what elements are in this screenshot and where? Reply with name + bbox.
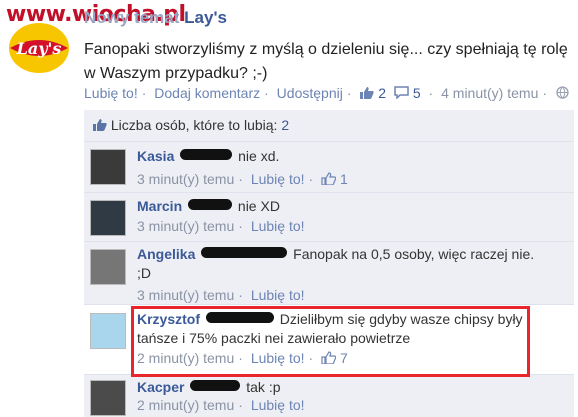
- comment-author[interactable]: Kasia: [137, 148, 174, 164]
- post-author[interactable]: Nowy temat Lay's: [84, 8, 227, 28]
- likes-summary-label: Liczba osób, które to lubią:: [110, 117, 278, 133]
- comment-text: Fanopak na 0,5 osoby, więc raczej nie.: [293, 246, 535, 262]
- redaction: [190, 380, 241, 391]
- post-author-name: Lay's: [184, 8, 227, 27]
- comment-like-link[interactable]: Lubię to!: [251, 218, 305, 234]
- redaction: [201, 247, 288, 258]
- avatar[interactable]: [90, 149, 126, 185]
- highlight-frame: [131, 306, 530, 377]
- comment-time[interactable]: 3 minut(y) temu: [137, 287, 234, 303]
- comment-like-link[interactable]: Lubię to!: [251, 287, 305, 303]
- avatar[interactable]: [90, 313, 126, 349]
- comment-text-cont: ;D: [137, 265, 151, 281]
- avatar[interactable]: [90, 200, 126, 236]
- comment-author[interactable]: Kacper: [137, 379, 184, 395]
- likes-summary: Liczba osób, które to lubią: 2: [84, 110, 574, 142]
- comment-item: Marcin nie XD 3 minut(y) temu · Lubię to!: [84, 193, 574, 242]
- comment-time[interactable]: 3 minut(y) temu: [137, 218, 234, 234]
- thumbs-up-icon: [321, 172, 337, 185]
- avatar[interactable]: [90, 380, 126, 416]
- post-time[interactable]: 4 minut(y) temu: [441, 85, 538, 101]
- comment-icon: [394, 86, 409, 99]
- comments-counter[interactable]: 5: [394, 85, 425, 101]
- comment-like-link[interactable]: Lubię to!: [251, 397, 305, 413]
- comment-likes-count[interactable]: 1: [340, 171, 348, 187]
- post-text: Fanopaki stworzyliśmy z myślą o dzieleni…: [84, 41, 568, 82]
- comment-meta: 3 minut(y) temu · Lubię to!: [137, 218, 305, 234]
- share-link[interactable]: Udostępnij: [277, 85, 343, 101]
- comment-meta: 3 minut(y) temu · Lubię to! · 1: [137, 171, 348, 187]
- avatar[interactable]: [90, 249, 126, 285]
- post-actions: Lubię to! · Dodaj komentarz · Udostępnij · …: [84, 85, 570, 101]
- comment-time[interactable]: 3 minut(y) temu: [137, 171, 234, 187]
- comment-meta: 3 minut(y) temu · Lubię to!: [137, 287, 305, 303]
- comment-text: tak :p: [246, 379, 281, 395]
- likes-counter[interactable]: 2: [359, 85, 390, 101]
- comment-body: Kasia nie xd.: [137, 147, 567, 166]
- comment-time[interactable]: 2 minut(y) temu: [137, 397, 234, 413]
- likes-count: 2: [378, 85, 387, 101]
- thumbs-up-icon: [93, 119, 107, 131]
- comment-body: Angelika Fanopak na 0,5 osoby, więc racz…: [137, 245, 567, 283]
- post-author-prefix: Nowy temat: [84, 8, 180, 27]
- globe-icon: [556, 86, 569, 99]
- comment-author[interactable]: Marcin: [137, 198, 182, 214]
- comment-body: Marcin nie XD: [137, 197, 567, 216]
- like-link[interactable]: Lubię to!: [84, 85, 138, 101]
- comments-count: 5: [412, 85, 421, 101]
- comment-item: Kasia nie xd. 3 minut(y) temu · Lubię to!…: [84, 143, 574, 193]
- likes-summary-count[interactable]: 2: [281, 117, 289, 133]
- comment-body: Kacper tak :p: [137, 378, 567, 397]
- comment-like-link[interactable]: Lubię to!: [251, 171, 305, 187]
- comment-text: nie xd.: [238, 148, 280, 164]
- redaction: [180, 149, 233, 160]
- svg-text:Lay's: Lay's: [16, 39, 62, 58]
- comment-item: Kacper tak :p 2 minut(y) temu · Lubię to!: [84, 375, 574, 417]
- thumbs-up-icon: [360, 87, 375, 99]
- comment-author[interactable]: Angelika: [137, 246, 195, 262]
- comment-text: nie XD: [237, 198, 280, 214]
- comment-meta: 2 minut(y) temu · Lubię to!: [137, 397, 305, 413]
- redaction: [188, 199, 233, 210]
- comment-item: Angelika Fanopak na 0,5 osoby, więc racz…: [84, 242, 574, 305]
- add-comment-link[interactable]: Dodaj komentarz: [154, 85, 260, 101]
- comments-box: Liczba osób, które to lubią: 2 Kasia nie…: [84, 110, 574, 417]
